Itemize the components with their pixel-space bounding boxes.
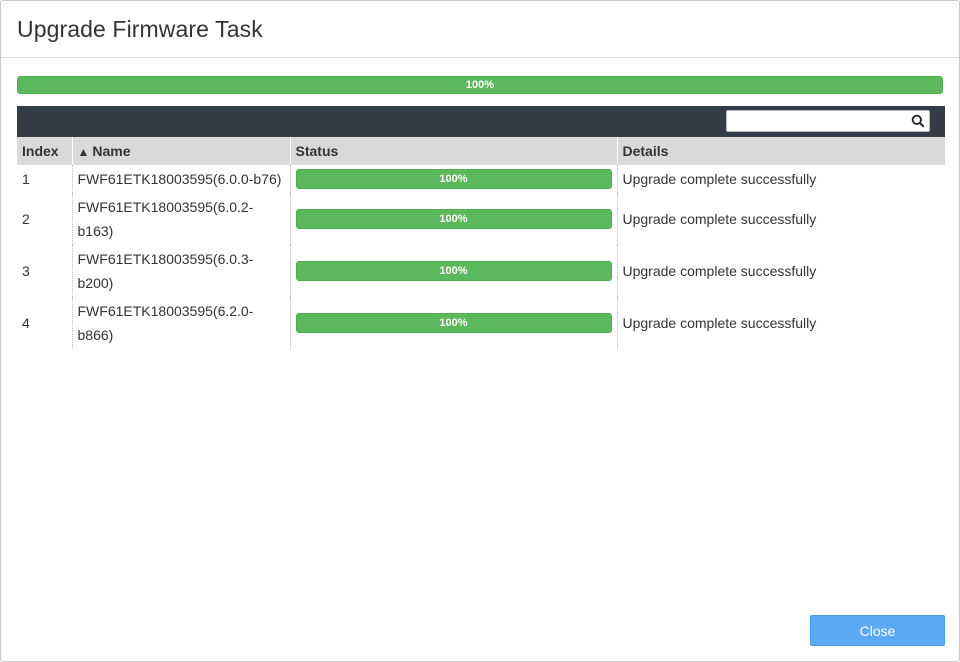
search-icon[interactable] bbox=[911, 114, 925, 128]
dialog-title: Upgrade Firmware Task bbox=[17, 15, 263, 42]
table-row[interactable]: 2 FWF61ETK18003595(6.0.2-b163) 100% Upgr… bbox=[17, 193, 945, 245]
row-progress-bar: 100% bbox=[295, 261, 612, 281]
cell-index: 2 bbox=[17, 193, 73, 245]
upgrade-firmware-dialog: Upgrade Firmware Task 100% Index ▲ Name S… bbox=[0, 0, 960, 662]
table-toolbar bbox=[17, 106, 945, 137]
cell-details: Upgrade complete successfully bbox=[622, 263, 817, 279]
cell-index: 4 bbox=[17, 297, 73, 349]
column-header-status[interactable]: Status bbox=[290, 137, 618, 165]
cell-status: 100% bbox=[290, 297, 618, 349]
cell-details: Upgrade complete successfully bbox=[622, 211, 817, 227]
cell-details: Upgrade complete successfully bbox=[622, 315, 817, 331]
column-header-name[interactable]: ▲ Name bbox=[72, 137, 291, 165]
row-progress-label: 100% bbox=[439, 265, 468, 277]
table-header-row: Index ▲ Name Status Details bbox=[17, 137, 945, 165]
row-progress-bar: 100% bbox=[295, 209, 612, 229]
row-progress-label: 100% bbox=[439, 213, 468, 225]
overall-progress-label: 100% bbox=[465, 79, 495, 91]
cell-index: 3 bbox=[17, 245, 73, 297]
table-row[interactable]: 3 FWF61ETK18003595(6.0.3-b200) 100% Upgr… bbox=[17, 245, 945, 297]
row-progress-bar: 100% bbox=[295, 313, 612, 333]
close-button[interactable]: Close bbox=[810, 615, 945, 646]
table-row[interactable]: 1 FWF61ETK18003595(6.0.0-b76) 100% Upgra… bbox=[17, 165, 945, 193]
row-progress-label: 100% bbox=[439, 317, 468, 329]
dialog-header: Upgrade Firmware Task bbox=[1, 1, 959, 58]
cell-name: FWF61ETK18003595(6.0.2-b163) bbox=[72, 193, 291, 245]
cell-status: 100% bbox=[290, 165, 618, 193]
cell-status: 100% bbox=[290, 245, 618, 297]
column-header-index[interactable]: Index bbox=[17, 137, 73, 165]
cell-name: FWF61ETK18003595(6.0.3-b200) bbox=[72, 245, 291, 297]
row-progress-label: 100% bbox=[439, 173, 468, 185]
cell-index: 1 bbox=[17, 165, 73, 193]
cell-details: Upgrade complete successfully bbox=[622, 171, 817, 187]
cell-name: FWF61ETK18003595(6.2.0-b866) bbox=[72, 297, 291, 349]
overall-progress-bar: 100% bbox=[17, 76, 943, 94]
sort-ascending-icon: ▲ bbox=[77, 145, 90, 159]
row-progress-bar: 100% bbox=[295, 169, 612, 189]
search-input[interactable] bbox=[731, 112, 907, 130]
column-header-details[interactable]: Details bbox=[617, 137, 945, 165]
table-row[interactable]: 4 FWF61ETK18003595(6.2.0-b866) 100% Upgr… bbox=[17, 297, 945, 349]
cell-status: 100% bbox=[290, 193, 618, 245]
cell-name: FWF61ETK18003595(6.0.0-b76) bbox=[72, 165, 291, 193]
task-table: Index ▲ Name Status Details 1 FWF61ETK180… bbox=[17, 137, 945, 349]
search-box[interactable] bbox=[726, 110, 930, 132]
